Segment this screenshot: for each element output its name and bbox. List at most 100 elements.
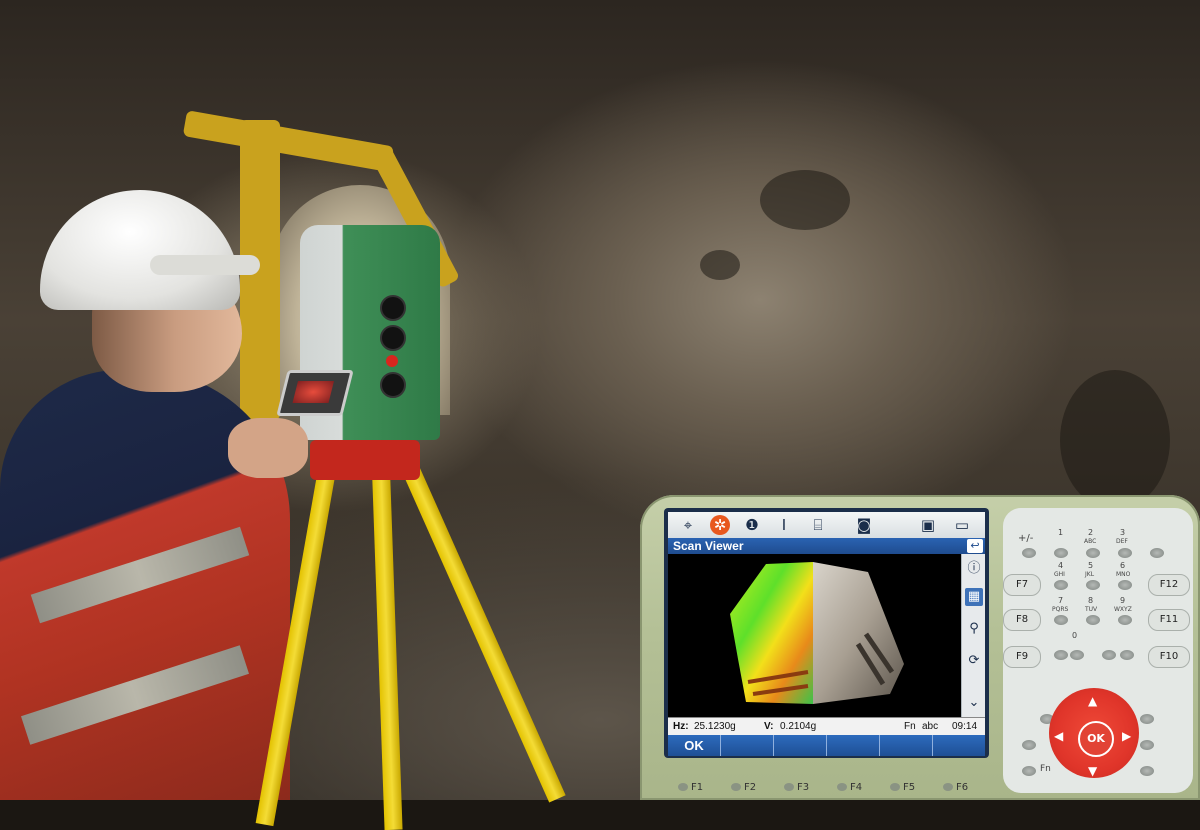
side-toolbar: ⓘ ▦ ⚲ ⟳ ⌄ bbox=[961, 554, 985, 717]
instrument-knob bbox=[380, 372, 406, 398]
softkey-empty[interactable] bbox=[774, 735, 827, 756]
key-4[interactable] bbox=[1054, 580, 1068, 590]
excavator-boom bbox=[182, 110, 395, 173]
point-cloud-render[interactable] bbox=[668, 554, 961, 717]
instrument-knob bbox=[380, 325, 406, 351]
survey-star-icon[interactable]: ✲ bbox=[710, 515, 730, 535]
fn-key[interactable] bbox=[1022, 766, 1036, 776]
f6-key[interactable]: F6 bbox=[943, 778, 968, 798]
favourites-key[interactable] bbox=[1140, 714, 1154, 724]
key-1[interactable] bbox=[1054, 548, 1068, 558]
plus-minus-label: +/- bbox=[1018, 533, 1034, 544]
key-sublabel: GHI bbox=[1054, 571, 1065, 578]
f1-key[interactable]: F1 bbox=[678, 778, 703, 798]
info-number-icon[interactable]: ❶ bbox=[742, 515, 762, 535]
f4-key[interactable]: F4 bbox=[837, 778, 862, 798]
scan-viewport[interactable] bbox=[668, 554, 961, 717]
key-label: 4 bbox=[1058, 561, 1064, 570]
crosshair-icon[interactable]: ⌖ bbox=[678, 515, 698, 535]
input-mode-indicator: abc bbox=[922, 721, 939, 732]
text-cursor-icon[interactable]: Ⅰ bbox=[774, 515, 794, 535]
key-sublabel: JKL bbox=[1085, 571, 1095, 578]
expand-down-icon[interactable]: ⌄ bbox=[965, 694, 983, 712]
f10-key[interactable]: F10 bbox=[1148, 646, 1190, 668]
key-5[interactable] bbox=[1086, 580, 1100, 590]
key-6[interactable] bbox=[1118, 580, 1132, 590]
zoom-icon[interactable]: ⚲ bbox=[965, 620, 983, 638]
arrow-up-icon[interactable]: ▲ bbox=[1088, 694, 1097, 708]
key-3[interactable] bbox=[1118, 548, 1132, 558]
key-label: 5 bbox=[1088, 561, 1094, 570]
back-button[interactable]: ↩ bbox=[967, 539, 983, 553]
decimal-key[interactable] bbox=[1102, 650, 1116, 660]
measurement-status-bar: Hz: 25.1230g V: 0.2104g Fn abc 09:14 bbox=[668, 717, 985, 736]
fn-indicator: Fn bbox=[904, 721, 916, 732]
softkey-empty[interactable] bbox=[721, 735, 774, 756]
f8-key[interactable]: F8 bbox=[1003, 609, 1041, 631]
instrument-screen bbox=[276, 370, 354, 416]
plus-minus-key[interactable] bbox=[1022, 548, 1036, 558]
scan-colored-half bbox=[730, 562, 813, 704]
diamond-key[interactable] bbox=[1150, 548, 1164, 558]
f5-key[interactable]: F5 bbox=[890, 778, 915, 798]
window-title: Scan Viewer bbox=[673, 539, 744, 553]
key-label: 3 bbox=[1120, 528, 1126, 537]
instrument-trigger bbox=[386, 355, 398, 367]
key-label: 1 bbox=[1058, 528, 1064, 537]
rock-cavity bbox=[760, 170, 850, 230]
key-2[interactable] bbox=[1086, 548, 1100, 558]
light-key[interactable] bbox=[1054, 650, 1068, 660]
worker-hand bbox=[228, 418, 308, 478]
ok-softkey[interactable]: OK bbox=[668, 735, 721, 756]
softkey-empty[interactable] bbox=[880, 735, 933, 756]
rock-cavity bbox=[700, 250, 740, 280]
f3-key-label: F3 bbox=[797, 782, 810, 793]
f2-key[interactable]: F2 bbox=[731, 778, 756, 798]
key-sublabel: TUV bbox=[1085, 606, 1098, 613]
key-label: 7 bbox=[1058, 596, 1064, 605]
v-label: V: bbox=[764, 721, 774, 732]
sd-card-icon[interactable]: ▣ bbox=[918, 515, 938, 535]
instrument-icon[interactable]: ⌸ bbox=[808, 515, 828, 535]
key-9[interactable] bbox=[1118, 615, 1132, 625]
arrow-left-icon[interactable]: ◀ bbox=[1054, 729, 1063, 743]
rotate-icon[interactable]: ⟳ bbox=[965, 652, 983, 670]
arrow-right-icon[interactable]: ▶ bbox=[1122, 729, 1131, 743]
instrument-knob bbox=[380, 295, 406, 321]
scan-grey-half bbox=[813, 562, 904, 704]
f11-key[interactable]: F11 bbox=[1148, 609, 1190, 631]
f7-key[interactable]: F7 bbox=[1003, 574, 1041, 596]
f12-key[interactable]: F12 bbox=[1148, 574, 1190, 596]
hard-hat-brim bbox=[150, 255, 260, 275]
display-key[interactable] bbox=[1120, 650, 1134, 660]
f9-key[interactable]: F9 bbox=[1003, 646, 1041, 668]
key-0[interactable] bbox=[1070, 650, 1084, 660]
key-label: 2 bbox=[1088, 528, 1094, 537]
camera-icon[interactable]: ◙ bbox=[854, 515, 874, 535]
power-key[interactable] bbox=[1022, 740, 1036, 750]
escape-key[interactable] bbox=[1140, 740, 1154, 750]
hz-label: Hz: bbox=[673, 721, 689, 732]
f5-key-label: F5 bbox=[903, 782, 916, 793]
controller-screen: ⌖ ✲ ❶ Ⅰ ⌸ ◙ ▣ ▭ Scan Viewer ↩ ⓘ ▦ ⚲ ⟳ ⌄ … bbox=[668, 512, 985, 756]
arrow-down-icon[interactable]: ▼ bbox=[1088, 764, 1097, 778]
f4-key-label: F4 bbox=[850, 782, 863, 793]
ok-hardware-button[interactable]: OK bbox=[1078, 721, 1114, 757]
key-label: 9 bbox=[1120, 596, 1126, 605]
window-titlebar: Scan Viewer ↩ bbox=[668, 538, 985, 554]
bottom-function-keys: F1 F2 F3 F4 F5 F6 bbox=[670, 778, 990, 798]
key-sublabel: DEF bbox=[1116, 538, 1128, 545]
softkey-empty[interactable] bbox=[827, 735, 880, 756]
info-icon[interactable]: ⓘ bbox=[965, 560, 983, 578]
fn-key-label: Fn bbox=[1040, 764, 1051, 774]
key-label: 6 bbox=[1120, 561, 1126, 570]
key-sublabel: MNO bbox=[1116, 571, 1131, 578]
f3-key[interactable]: F3 bbox=[784, 778, 809, 798]
key-7[interactable] bbox=[1054, 615, 1068, 625]
enter-key[interactable] bbox=[1140, 766, 1154, 776]
key-sublabel: PQRS bbox=[1052, 606, 1069, 613]
softkey-empty[interactable] bbox=[933, 735, 985, 756]
scan-mode-icon[interactable]: ▦ bbox=[965, 588, 983, 606]
key-8[interactable] bbox=[1086, 615, 1100, 625]
f1-key-label: F1 bbox=[691, 782, 704, 793]
